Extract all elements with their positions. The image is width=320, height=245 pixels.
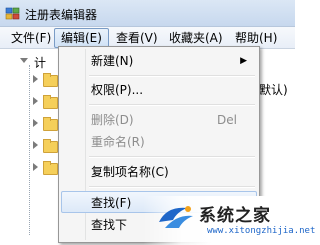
menu-item-delete-shortcut: Del [217,113,237,127]
tree-root-label[interactable]: 计 [34,54,46,71]
menu-item-rename: 重命名(R) [61,131,257,153]
expand-arrow-icon[interactable] [33,141,38,149]
menu-item-delete-label: 删除(D) [91,113,134,127]
xitongzhijia-logo-icon [159,206,193,228]
folder-icon [43,161,58,175]
menu-item-find-label: 查找(F) [91,196,132,210]
expand-arrow-icon[interactable] [33,97,38,105]
menu-item-find-next-label: 查找下 [91,218,128,232]
collapse-arrow-icon[interactable] [20,58,28,63]
watermark-text: 系统之家 [199,206,271,226]
menu-item-delete: 删除(D) Del [61,109,257,131]
menu-item-new-label: 新建(N) [91,54,134,68]
menu-item-copy-key-name-label: 复制项名称(C) [91,165,169,179]
folder-icon [43,95,58,109]
menu-item-copy-key-name[interactable]: 复制项名称(C) [61,161,257,183]
menu-item-permissions-label: 权限(P)... [91,83,144,97]
watermark-url: www.xitongzhijia.net [207,226,316,236]
folder-icon [43,139,58,153]
menu-edit[interactable]: 编辑(E) [54,28,109,48]
menu-file[interactable]: 文件(F) [4,28,58,48]
registry-editor-icon [5,7,20,20]
value-column-partial: 默认) [259,83,288,97]
expand-arrow-icon[interactable] [33,119,38,127]
menu-item-permissions[interactable]: 权限(P)... [61,79,257,101]
folder-icon [43,117,58,131]
title-bar[interactable]: 注册表编辑器 [0,0,295,27]
menu-item-new[interactable]: 新建(N) ▶ [61,50,257,72]
menu-item-rename-label: 重命名(R) [91,135,145,149]
menu-view[interactable]: 查看(V) [109,28,165,48]
expand-arrow-icon[interactable] [33,163,38,171]
expand-arrow-icon[interactable] [33,75,38,83]
menu-favorites[interactable]: 收藏夹(A) [162,28,230,48]
window-title: 注册表编辑器 [25,8,98,22]
site-watermark: 系统之家 www.xitongzhijia.net [143,196,315,245]
menu-help[interactable]: 帮助(H) [228,28,284,48]
submenu-arrow-icon: ▶ [240,56,247,66]
folder-icon [43,73,58,87]
